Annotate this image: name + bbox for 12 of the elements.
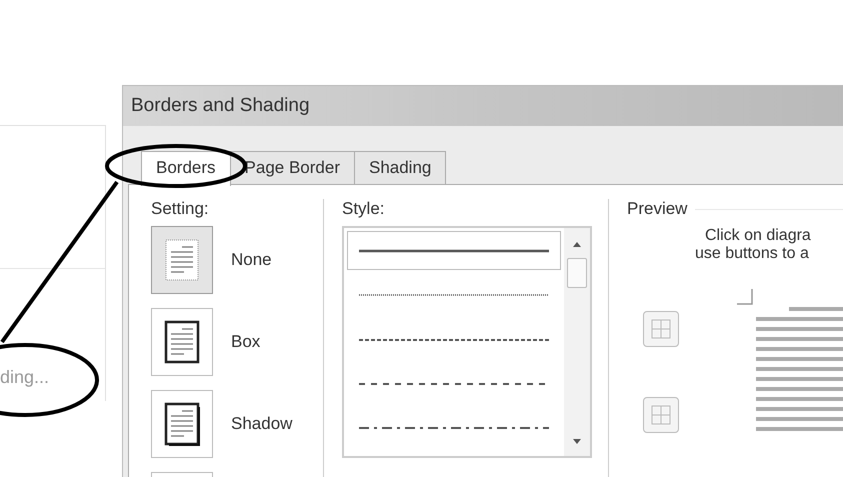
instruction-text: Click on diagra xyxy=(705,227,811,245)
section-label: Preview xyxy=(627,199,688,219)
tab[interactable]: Borders xyxy=(141,151,231,186)
tab[interactable]: Page Border xyxy=(230,151,355,184)
section-label: Setting: xyxy=(151,199,209,219)
tab[interactable]: Shading xyxy=(354,151,446,184)
instruction-text: use buttons to a xyxy=(695,245,809,263)
window-title: Borders and Shading xyxy=(131,95,310,117)
section-label: Style: xyxy=(342,199,385,219)
setting-label: None xyxy=(231,250,272,270)
setting-label: Box xyxy=(231,332,260,352)
setting-label: Shadow xyxy=(231,414,292,434)
